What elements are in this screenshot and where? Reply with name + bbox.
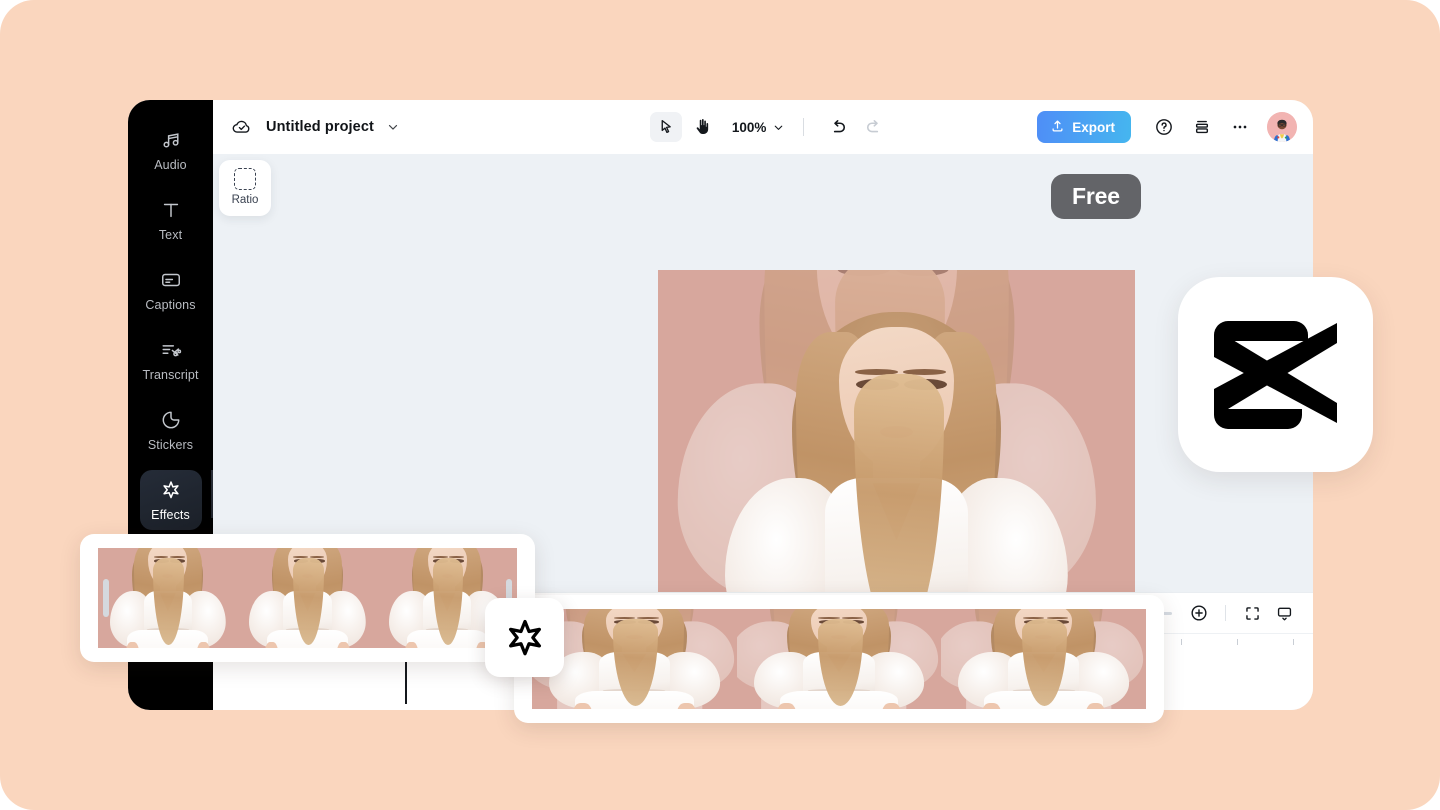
clip-thumbnail [736,609,942,709]
ratio-button-label: Ratio [231,194,259,206]
sticker-icon [140,409,202,431]
sidebar-item-label: Transcript [142,368,199,382]
text-T-icon [140,199,202,221]
upload-icon [1050,118,1065,136]
sidebar-item-text[interactable]: Text [140,190,202,250]
top-right-actions: Export [1037,111,1313,143]
chevron-down-icon[interactable] [386,120,400,134]
sparkle-star-icon [508,619,541,655]
redo-button[interactable] [858,112,890,142]
layers-icon[interactable] [1187,112,1217,142]
clip-thumbnail [237,548,378,648]
preview-monitor-icon[interactable] [1269,598,1299,628]
sidebar-item-label: Effects [151,508,190,522]
avatar[interactable] [1267,112,1297,142]
effect-chip-card[interactable] [485,598,564,677]
timeline-clip-card-left[interactable] [80,534,535,662]
toolbar-divider [803,118,805,136]
help-circle-icon[interactable] [1149,112,1179,142]
capcut-logo-mark [1214,320,1337,429]
ratio-button[interactable]: Ratio [219,160,271,216]
sidebar-item-label: Audio [154,158,187,172]
sidebar-item-effects[interactable]: Effects [139,470,202,530]
top-toolbar: Untitled project 100% Export [213,100,1313,154]
music-note-icon [140,129,202,151]
cloud-check-icon [231,116,253,138]
timeline-clip-card-right[interactable] [514,595,1164,723]
sidebar-item-transcript[interactable]: Transcript [140,330,202,390]
plus-circle-icon[interactable] [1184,598,1214,628]
cursor-select-tool[interactable] [649,112,682,142]
transcript-scissors-icon [140,339,202,361]
capcut-logo [1178,277,1373,472]
dashed-square-icon [234,168,256,190]
undo-button[interactable] [822,112,854,142]
sidebar-item-audio[interactable]: Audio [140,120,202,180]
clip-thumbnail [98,548,238,648]
sidebar-item-captions[interactable]: Captions [140,260,202,320]
canvas-tools: 100% [503,112,1037,142]
sidebar-item-label: Captions [145,298,196,312]
sidebar-item-label: Stickers [147,438,194,452]
sidebar-item-stickers[interactable]: Stickers [140,400,202,460]
more-horizontal-icon[interactable] [1225,112,1255,142]
chevron-down-icon [775,125,783,130]
clip-thumbnail-strip [532,609,1146,709]
screenshot-stage: Audio Text Captions Transcript Stickers … [0,0,1440,810]
status-badge: Free [1051,174,1141,219]
clip-trim-handle-left[interactable] [103,579,109,617]
sparkle-star-icon [140,479,202,501]
clip-thumbnail [941,609,1146,709]
page-title: Untitled project [266,119,374,135]
zoom-level-dropdown[interactable]: 100% [732,120,786,135]
export-button[interactable]: Export [1037,111,1131,143]
toolbar-divider [1225,605,1226,621]
hand-pan-tool[interactable] [686,112,718,142]
project-title-group[interactable]: Untitled project [213,116,543,138]
fit-screen-icon[interactable] [1237,598,1267,628]
export-button-label: Export [1072,119,1115,135]
zoom-level-value: 100% [731,119,767,135]
sidebar-item-label: Text [158,228,183,242]
captions-icon [140,269,202,291]
clip-thumbnail-strip [98,548,517,648]
